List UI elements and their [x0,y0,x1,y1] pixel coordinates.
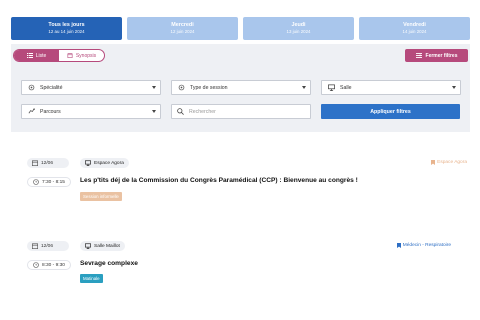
bookmark-icon [396,243,401,248]
session-room: Salle Maillot [94,243,120,249]
calendar-icon [32,160,38,166]
session-type-select[interactable]: Type de session [171,80,311,95]
audience-label: Espace Agora [431,160,467,165]
session-title[interactable]: Sevrage complexe [80,260,138,267]
day-tab-all[interactable]: Tous les jours 12 au 14 juin 2024 [11,17,122,40]
list-icon [26,53,33,58]
specialty-select-value: Spécialité [40,84,63,91]
time-chip: 7:30 - 8:15 [27,177,71,187]
day-tab-date: 12 au 14 juin 2024 [48,28,85,34]
apply-filters-label: Appliquer filtres [370,108,411,115]
room-chip[interactable]: Salle Maillot [80,241,125,251]
chevron-down-icon [152,110,156,113]
chevron-down-icon [452,86,456,89]
session-type-icon [178,84,185,91]
close-filters-button[interactable]: Fermer filtres [405,49,468,62]
day-tab-date: 14 juin 2024 [402,28,427,34]
clock-icon [33,262,39,268]
list-view-button[interactable]: Liste [14,50,59,61]
filter-panel: Liste Synopsis Fermer filtres Spécialité [11,44,470,132]
audience-text: Médecin - Respiratoire [402,243,451,248]
time-chip: 8:30 - 9:30 [27,260,71,270]
session-date: 12/06 [41,243,54,249]
stethoscope-icon [28,84,35,91]
calendar-icon [32,243,38,249]
session-tag: Matinale [80,274,103,283]
view-toggle: Liste Synopsis [13,49,105,62]
bookmark-icon [431,160,436,165]
session-type-select-value: Type de session [190,84,228,91]
day-tab-label: Mercredi [171,21,194,28]
day-tab-friday[interactable]: Vendredi 14 juin 2024 [359,17,470,40]
session-time: 8:30 - 9:30 [42,262,65,268]
room-icon [85,160,91,166]
room-select-value: Salle [340,84,352,91]
apply-filters-button[interactable]: Appliquer filtres [321,104,460,119]
day-tab-label: Vendredi [403,21,426,28]
day-tab-label: Tous les jours [48,21,85,28]
room-icon [85,243,91,249]
search-input[interactable] [189,108,299,115]
synopsis-view-button[interactable]: Synopsis [59,50,104,61]
day-tab-thursday[interactable]: Jeudi 13 juin 2024 [243,17,354,40]
day-tab-date: 13 juin 2024 [286,28,311,34]
session-card[interactable]: 12/06 Espace Agora Espace Agora 7:30 - 8… [27,158,467,218]
date-chip: 12/06 [27,241,69,251]
chevron-down-icon [152,86,156,89]
audience-label: Médecin - Respiratoire [396,243,451,248]
session-date: 12/06 [41,160,54,166]
calendar-icon [67,53,73,58]
room-chip[interactable]: Espace Agora [80,158,129,168]
day-tab-label: Jeudi [291,21,306,28]
track-select[interactable]: Parcours [21,104,161,119]
room-select[interactable]: Salle [321,80,461,95]
route-icon [28,108,35,114]
specialty-select[interactable]: Spécialité [21,80,161,95]
filter-icon [415,53,422,58]
room-icon [328,84,335,91]
session-title[interactable]: Les p'tits déj de la Commission du Congr… [80,177,358,184]
search-icon [177,108,184,115]
audience-text: Espace Agora [437,160,467,165]
session-time: 7:30 - 8:15 [42,179,65,185]
synopsis-view-label: Synopsis [75,52,97,59]
session-card[interactable]: 12/06 Salle Maillot Médecin - Respiratoi… [27,241,467,301]
date-chip: 12/06 [27,158,69,168]
clock-icon [33,179,39,185]
session-room: Espace Agora [94,160,124,166]
session-tag: Session informelle [80,192,122,201]
list-view-label: Liste [35,52,47,59]
day-tabs: Tous les jours 12 au 14 juin 2024 Mercre… [11,17,470,40]
day-tab-date: 12 juin 2024 [170,28,195,34]
track-select-value: Parcours [40,108,61,115]
search-field[interactable] [171,104,311,119]
close-filters-label: Fermer filtres [425,52,458,59]
day-tab-wednesday[interactable]: Mercredi 12 juin 2024 [127,17,238,40]
chevron-down-icon [302,86,306,89]
